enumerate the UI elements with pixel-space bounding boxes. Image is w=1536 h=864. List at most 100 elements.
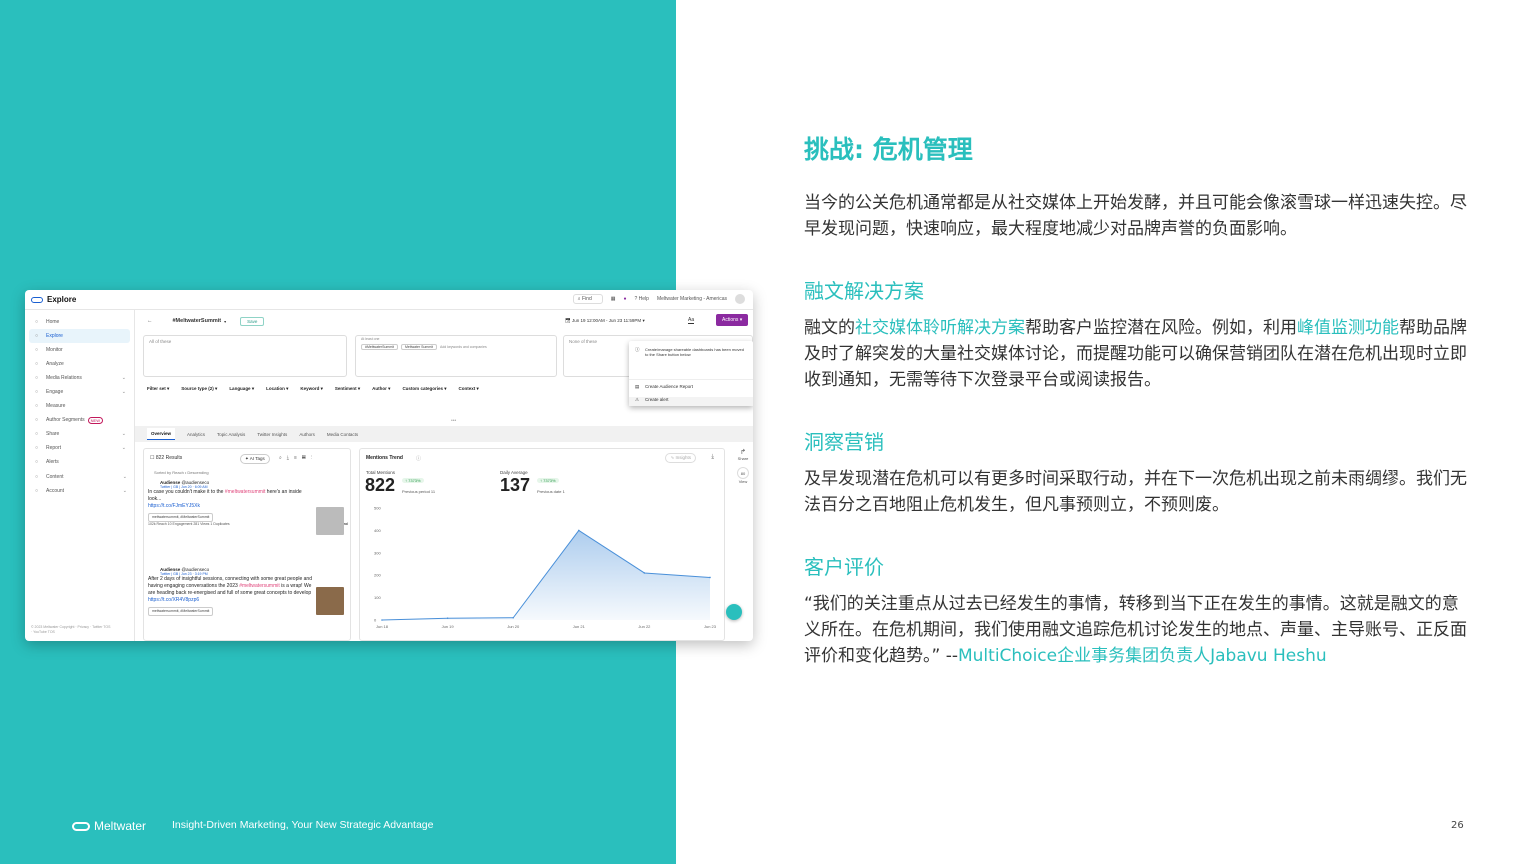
new-badge: NEW: [87, 416, 103, 424]
sidebar-item-label: Measure: [46, 403, 66, 409]
product-screenshot: Explore ⌕ Find ▦ ● ? Help Meltwater Mark…: [25, 290, 753, 641]
filter-custom-categories[interactable]: Custom categories ▾: [402, 386, 446, 392]
sidebar-item-monitor[interactable]: ○ Monitor: [29, 343, 130, 357]
sidebar-item-engage[interactable]: ○ Engage ⌄: [29, 385, 130, 399]
sidebar-item-report[interactable]: ○ Report ⌄: [29, 441, 130, 455]
sidebar-item-label: Explore: [46, 333, 63, 339]
x-tick-label: Jun 20: [507, 624, 520, 629]
grid-icon[interactable]: ▦: [611, 296, 616, 302]
sidebar: ○ Home ○ Explore ○ Monitor ○ Analyze ○ Media Rela…: [25, 310, 135, 641]
sidebar-item-measure[interactable]: ○ Measure: [29, 399, 130, 413]
chevron-down-icon[interactable]: ⌄: [123, 488, 127, 494]
tab-twitter-insights[interactable]: Twitter Insights: [257, 432, 287, 437]
sidebar-item-content[interactable]: ○ Content ⌄: [29, 470, 131, 484]
data-point[interactable]: [512, 616, 514, 619]
chevron-down-icon[interactable]: ▾: [224, 319, 226, 324]
insight-heading: 洞察营销: [804, 430, 884, 454]
date-range-picker[interactable]: 📅︎ Jun 19 12:00AM - Jun 23 11:59PM ▾: [565, 318, 645, 324]
filter-source-type-2[interactable]: Source type (2) ▾: [181, 386, 217, 392]
filter-label: Language: [229, 386, 251, 391]
sidebar-item-explore[interactable]: ○ Explore: [29, 329, 130, 343]
filter-context[interactable]: Context ▾: [458, 386, 478, 392]
ai-tags-button[interactable]: ✦ AI Tags: [240, 454, 270, 464]
y-tick-label: 400: [374, 528, 381, 533]
sidebar-item-account[interactable]: ○ Account ⌄: [29, 484, 131, 498]
app-title: Explore: [47, 295, 77, 304]
teal-panel: Explore ⌕ Find ▦ ● ? Help Meltwater Mark…: [0, 0, 753, 864]
report-icon: ▤: [635, 384, 640, 389]
sidebar-item-label: Engage: [46, 389, 64, 395]
filter-filter-set[interactable]: Filter set ▾: [147, 386, 169, 392]
date-range-label: Jun 19 12:00AM - Jun 23 11:59PM: [571, 318, 642, 323]
drag-handle[interactable]: •••: [451, 418, 456, 424]
tab-analytics[interactable]: Analytics: [187, 432, 205, 437]
filter-label: Keyword: [300, 386, 320, 391]
tab-overview[interactable]: Overview: [147, 428, 176, 440]
y-tick-label: 200: [374, 573, 381, 578]
testimonial-attribution: MultiChoice企业事务集团负责人Jabavu Heshu: [957, 646, 1327, 666]
spike-detection-link[interactable]: 峰值监测功能: [1297, 318, 1399, 338]
tab-bar: Overview Analytics Topic Analysis Twitter I…: [135, 426, 753, 442]
chevron-down-icon[interactable]: ⌄: [122, 389, 126, 395]
data-point[interactable]: [578, 529, 580, 532]
sidebar-item-label: Analyze: [46, 361, 64, 367]
keyword-chip[interactable]: Meltwater Summit: [400, 344, 437, 350]
data-point[interactable]: [381, 619, 383, 621]
sidebar-item-author-segments[interactable]: ○ Author Segments NEW: [29, 413, 130, 427]
main-area: ← #MeltwaterSummit ▾ Save 📅︎ Jun 19 12:0…: [135, 310, 753, 641]
page-title: 挑战: 危机管理: [804, 135, 973, 164]
sidebar-item-label: Report: [46, 445, 62, 451]
back-arrow-icon[interactable]: ←: [147, 318, 153, 324]
daily-average-previous: Previous date 1: [537, 489, 565, 494]
filter-sentiment[interactable]: Sentiment ▾: [335, 386, 360, 392]
y-tick-label: 0: [374, 618, 377, 623]
post-thumbnail[interactable]: [316, 507, 344, 535]
results-toolbar-icons[interactable]: ⌕⤓≡▤⋮: [279, 455, 317, 461]
compass-icon: ○: [35, 333, 39, 339]
search-name[interactable]: #MeltwaterSummit: [173, 318, 222, 324]
post-thumbnail[interactable]: [316, 587, 344, 615]
sidebar-item-share[interactable]: ○ Share ⌄: [29, 427, 130, 441]
post-tags: meltwatersummit, #MeltwaterSummit: [148, 513, 214, 522]
tab-media-contacts[interactable]: Media Contacts: [327, 432, 358, 437]
filter-language[interactable]: Language ▾: [229, 386, 254, 392]
chart-icon: ○: [35, 361, 39, 367]
filter-location[interactable]: Location ▾: [266, 386, 288, 392]
sidebar-item-label: Account: [46, 488, 65, 494]
chevron-down-icon[interactable]: ⌄: [122, 431, 126, 437]
sidebar-item-alerts[interactable]: ○ Alerts: [29, 455, 130, 469]
filter-label: Source type (2): [181, 386, 214, 391]
notification-icon[interactable]: ●: [623, 296, 626, 302]
footer-logo-text: Meltwater: [94, 819, 147, 833]
keywords-all[interactable]: All of these: [143, 335, 347, 377]
content-icon: ○: [35, 474, 39, 480]
sidebar-item-label: Monitor: [46, 347, 63, 353]
sidebar-item-media-relations[interactable]: ○ Media Relations ⌄: [29, 371, 130, 385]
sidebar-item-analyze[interactable]: ○ Analyze: [29, 357, 130, 371]
chevron-down-icon[interactable]: ⌄: [123, 474, 127, 480]
report-icon: ○: [35, 445, 39, 451]
segments-icon: ○: [35, 417, 39, 423]
tag-icon: ✦: [245, 456, 249, 461]
help-link[interactable]: ? Help: [635, 296, 649, 302]
filter-keyword[interactable]: Keyword ▾: [300, 386, 323, 392]
chevron-down-icon[interactable]: ⌄: [122, 445, 126, 451]
sidebar-item-home[interactable]: ○ Home: [29, 315, 130, 329]
keyword-chip[interactable]: #MeltwaterSummit: [361, 344, 398, 350]
x-tick-label: Jun 19: [442, 624, 455, 629]
info-icon[interactable]: ⓘ: [416, 455, 421, 462]
social-listening-link[interactable]: 社交媒体聆听解决方案: [855, 318, 1025, 338]
tab-topic-analysis[interactable]: Topic Analysis: [217, 432, 245, 437]
help-label: Help: [638, 296, 649, 302]
find-input[interactable]: ⌕ Find: [572, 294, 603, 304]
chevron-down-icon[interactable]: ⌄: [122, 375, 126, 381]
y-tick-label: 100: [374, 595, 381, 600]
save-button[interactable]: Save: [240, 316, 265, 326]
total-mentions-value: 822: [365, 475, 396, 495]
trend-title: Mentions Trend: [366, 455, 403, 461]
filter-author[interactable]: Author ▾: [372, 386, 390, 392]
data-point[interactable]: [643, 572, 646, 574]
tab-authors[interactable]: Authors: [299, 432, 315, 437]
keywords-any[interactable]: At least one #MeltwaterSummit Meltwater S…: [355, 335, 557, 377]
data-point[interactable]: [446, 617, 449, 620]
